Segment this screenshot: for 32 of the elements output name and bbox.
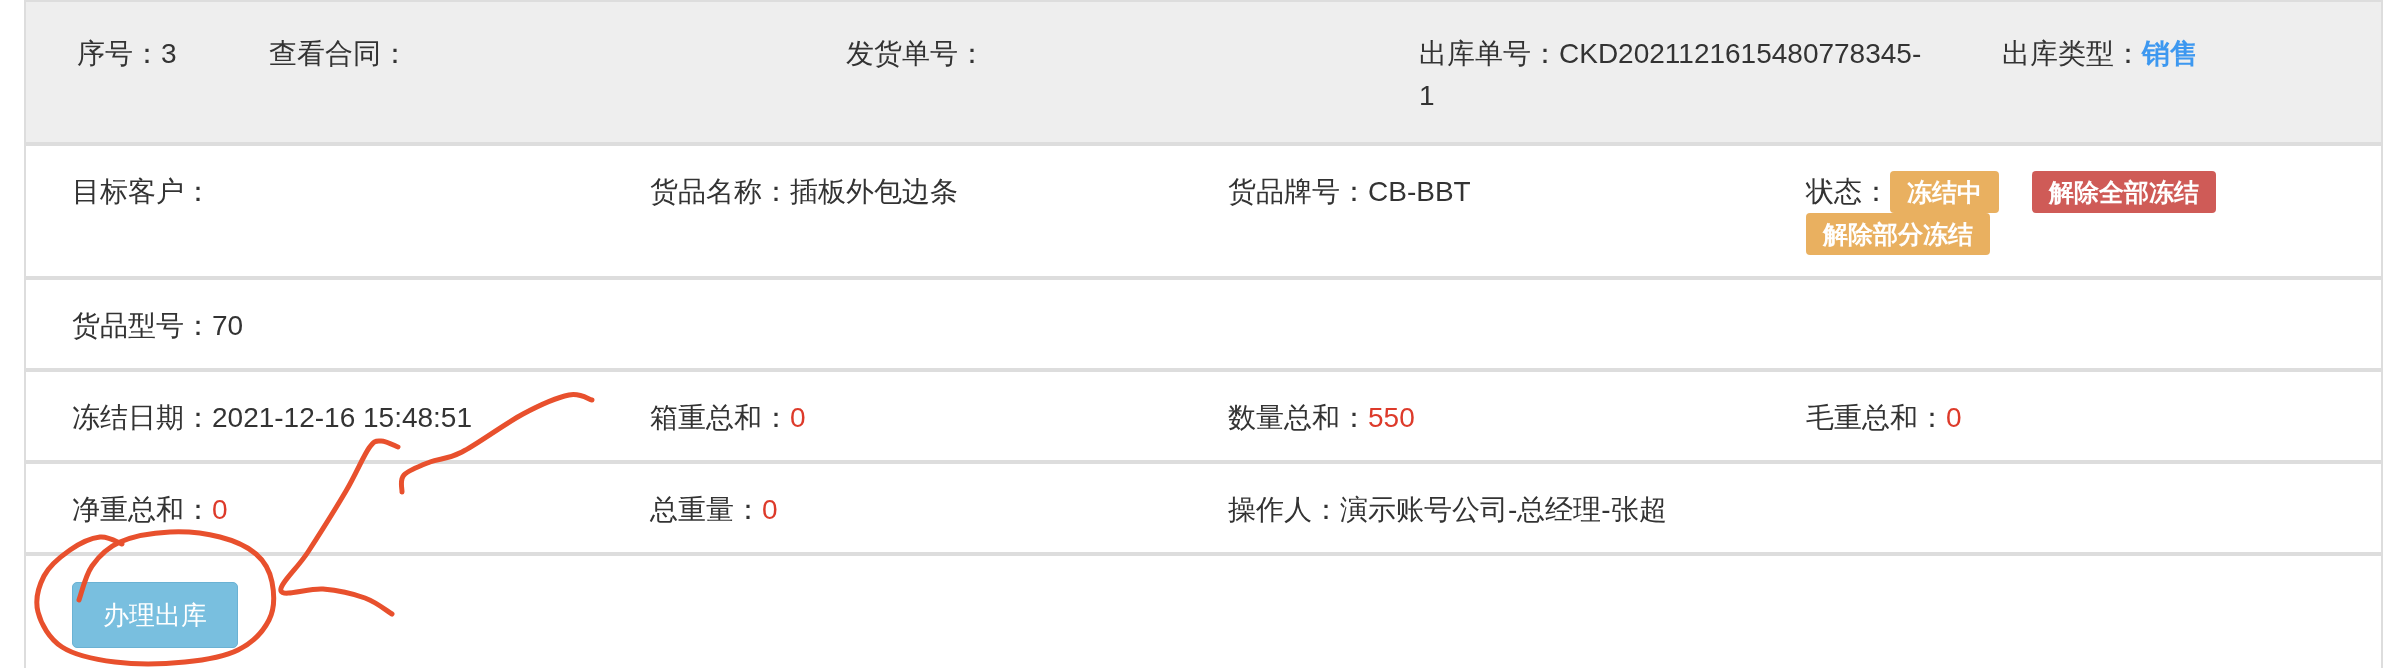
field-label: 目标客户： [72,176,212,207]
field-label: 货品名称： [650,176,790,207]
outbound-button[interactable]: 办理出库 [72,582,238,648]
field-text: 出库单号：CKD2021121615480778345-1 [1419,37,1923,113]
link[interactable]: 销售 [2142,38,2198,69]
field-value: 0 [762,494,778,525]
action-button[interactable]: 解除部分冻结 [1806,213,1990,255]
field-value: 2021-12-16 15:48:51 [212,402,472,433]
action-button[interactable]: 解除全部冻结 [2032,171,2216,213]
field-label: 总重量： [650,494,762,525]
field-value: 插板外包边条 [790,176,958,207]
field-text: 出库类型：销售 [2002,37,2199,71]
field-text: 序号：3 [77,37,178,71]
status-badge: 冻结中 [1890,171,1999,213]
field-value: CB-BBT [1368,176,1471,207]
field-label: 操作人： [1228,494,1340,525]
field-text: 查看合同： [269,37,410,71]
field-label: 状态： [1806,175,1890,209]
field-label: 货品牌号： [1228,176,1368,207]
field-value: 550 [1368,402,1415,433]
field-label: 货品型号： [72,310,212,341]
field-value: 0 [1946,402,1962,433]
field-text: 发货单号： [846,37,987,71]
field-label: 数量总和： [1228,402,1368,433]
field-label: 毛重总和： [1806,402,1946,433]
field-value: 0 [212,494,228,525]
field-label: 净重总和： [72,494,212,525]
field-value: 70 [212,310,244,341]
field-label: 箱重总和： [650,402,790,433]
field-value: 演示账号公司-总经理-张超 [1340,494,1667,525]
field-label: 冻结日期： [72,402,212,433]
field-value: 0 [790,402,806,433]
